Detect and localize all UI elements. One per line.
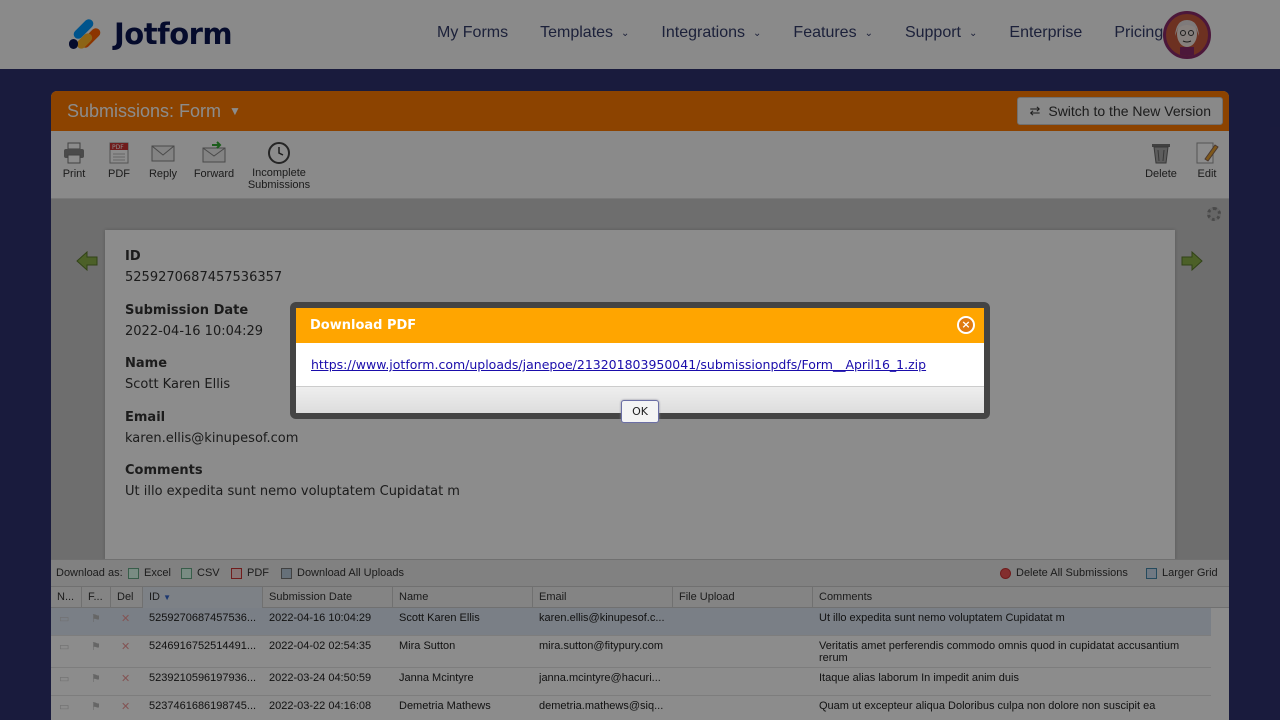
close-icon[interactable]: ×	[957, 316, 975, 334]
dialog-title: Download PDF	[310, 318, 417, 333]
download-pdf-dialog: Download PDF × https://www.jotform.com/u…	[290, 302, 990, 423]
dialog-body: https://www.jotform.com/uploads/janepoe/…	[296, 343, 984, 387]
ok-button[interactable]: OK	[621, 400, 659, 423]
dialog-content: Download PDF × https://www.jotform.com/u…	[296, 308, 984, 413]
dialog-header: Download PDF ×	[296, 308, 984, 343]
download-link[interactable]: https://www.jotform.com/uploads/janepoe/…	[311, 357, 926, 372]
